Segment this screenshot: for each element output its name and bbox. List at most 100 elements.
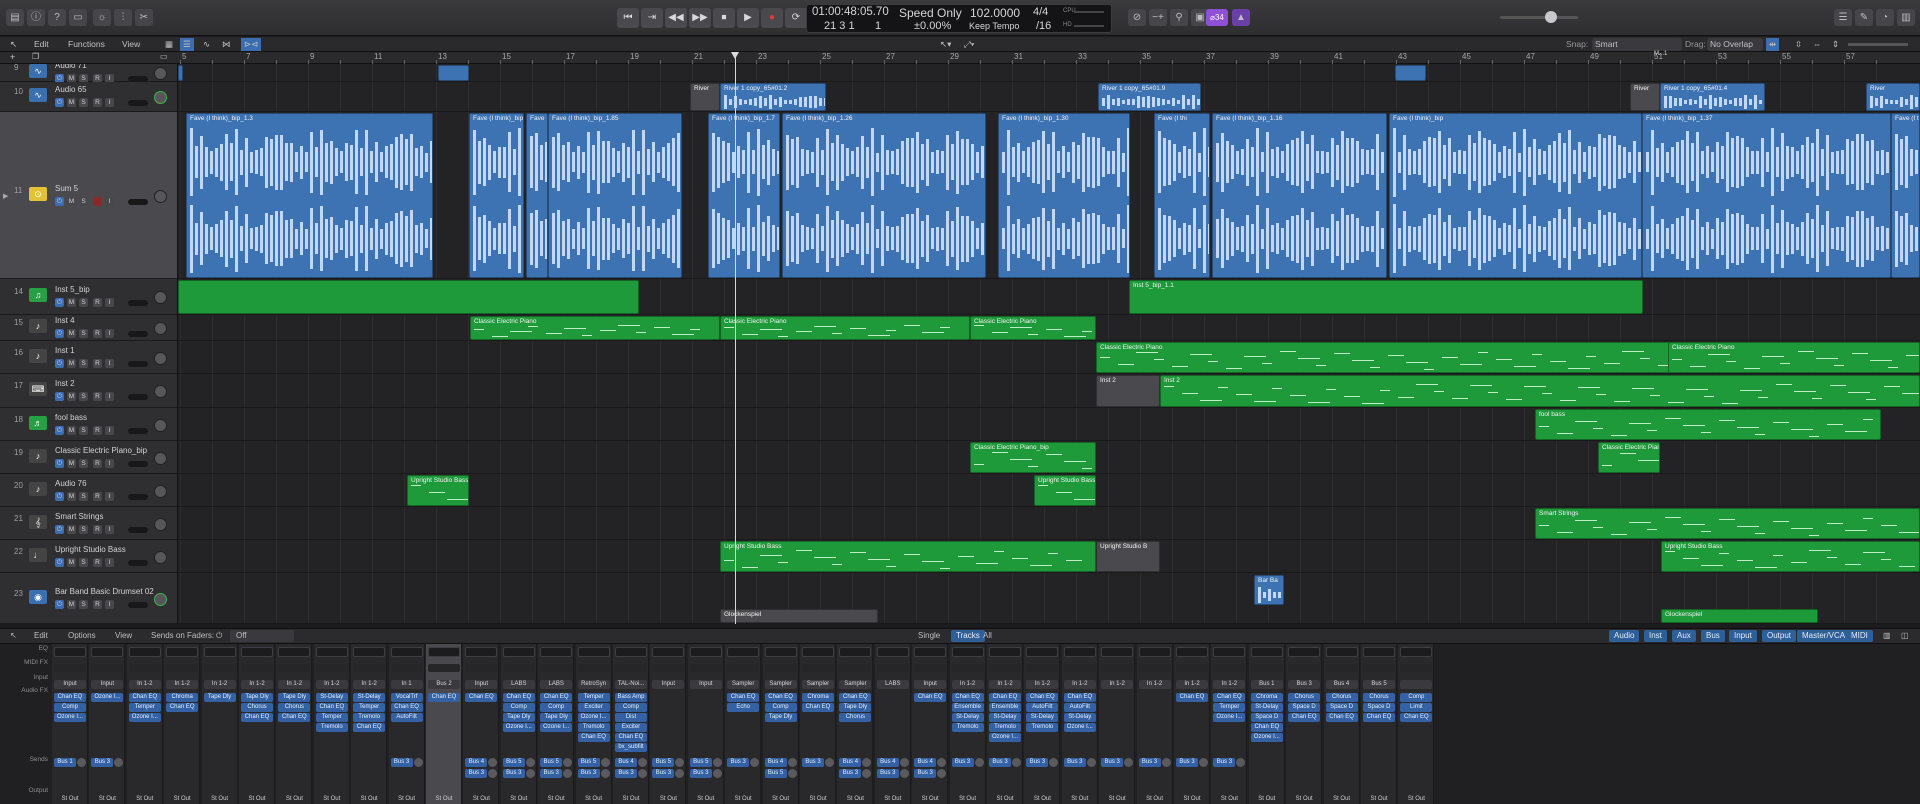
channel-strip[interactable]: LABS Chan EQ Comp Tape Dly Ozone I... Bus 5 Bu…	[500, 644, 537, 804]
midi-fx-slot[interactable]	[764, 664, 797, 672]
zoom-slider[interactable]	[1848, 43, 1908, 46]
send-level-knob[interactable]	[638, 758, 647, 767]
send-slot[interactable]: Bus 4	[764, 758, 787, 767]
input-slot[interactable]: In 1-2	[951, 680, 984, 689]
eq-thumbnail[interactable]	[764, 647, 797, 657]
send-level-knob[interactable]	[787, 758, 797, 767]
solo-button[interactable]: S	[79, 392, 88, 401]
output-slot[interactable]: St Out	[391, 795, 423, 804]
track-volume-slider[interactable]	[128, 300, 148, 306]
send-slot[interactable]: Bus 3	[1138, 758, 1161, 767]
audio-fx-slot[interactable]: Ensemble	[989, 703, 1021, 712]
power-button-icon[interactable]: ⏻	[55, 196, 64, 206]
mixer-filter-tracks[interactable]: Tracks	[951, 630, 985, 642]
track-pan-knob[interactable]	[154, 451, 167, 465]
region[interactable]: Inst 2	[1096, 375, 1160, 407]
audio-fx-slot[interactable]: VocalTrf	[390, 693, 423, 702]
audio-fx-slot[interactable]: Chan EQ	[1363, 713, 1395, 722]
audio-fx-slot[interactable]: Bass Amp	[615, 693, 647, 702]
input-slot[interactable]: In 1-2	[166, 680, 199, 689]
mute-button[interactable]: M	[67, 196, 76, 206]
input-slot[interactable]: In 1-2	[1138, 680, 1171, 689]
send-level-knob[interactable]	[937, 769, 947, 778]
eq-thumbnail[interactable]	[166, 647, 199, 657]
track-volume-slider[interactable]	[128, 460, 148, 467]
track-volume-slider[interactable]	[128, 559, 148, 566]
input-slot[interactable]: In 1-2	[353, 680, 386, 689]
input-slot[interactable]: In 1-2	[128, 680, 161, 689]
region[interactable]: Glockenspiel	[720, 609, 878, 623]
flex-icon[interactable]: ⋈	[222, 38, 231, 51]
input-slot[interactable]: Sampler	[802, 680, 834, 689]
track-pan-knob[interactable]	[154, 67, 167, 80]
output-slot[interactable]: St Out	[241, 795, 273, 804]
region[interactable]: Classic Electric Piano	[470, 316, 720, 340]
mixer-view-menu[interactable]: View	[115, 630, 132, 642]
audio-fx-slot[interactable]: Comp	[502, 703, 535, 712]
mute-button[interactable]: M	[67, 298, 76, 307]
output-slot[interactable]: St Out	[727, 795, 759, 804]
track-volume-slider[interactable]	[128, 198, 148, 205]
audio-fx-slot[interactable]: Chan EQ	[727, 693, 760, 702]
audio-fx-slot[interactable]: Chan EQ	[428, 693, 460, 702]
track-name[interactable]: Inst 5_bip	[55, 285, 90, 294]
track-name[interactable]: Inst 2	[55, 379, 75, 388]
midi-fx-slot[interactable]	[839, 664, 872, 672]
audio-fx-slot[interactable]: Ozone I...	[577, 713, 610, 722]
audio-fx-slot[interactable]: Echo	[727, 703, 760, 712]
region[interactable]: Fave (I think)_bip_1.37	[1642, 113, 1891, 278]
solo-button[interactable]: S	[79, 458, 88, 468]
record-enable-button[interactable]: R	[93, 524, 102, 534]
eq-thumbnail[interactable]	[839, 647, 872, 657]
audio-fx-slot[interactable]: Chan EQ	[278, 713, 311, 722]
midi-fx-slot[interactable]	[802, 664, 834, 672]
track-name[interactable]: Classic Electric Piano_bip	[55, 446, 147, 455]
audio-fx-slot[interactable]: AutoFilt	[1026, 703, 1059, 712]
send-slot[interactable]: Bus 3	[652, 769, 675, 778]
audio-fx-slot[interactable]: Temper	[128, 703, 161, 712]
tuner-icon[interactable]: ⊘	[1128, 9, 1146, 26]
audio-fx-slot[interactable]: Tape Dly	[241, 693, 273, 702]
send-slot[interactable]: Bus 5	[652, 758, 675, 767]
audio-fx-slot[interactable]: St-Delay	[1063, 713, 1096, 722]
audio-fx-slot[interactable]: Ozone I...	[91, 693, 124, 702]
audio-fx-slot[interactable]: Limit	[1400, 703, 1433, 712]
channel-strip[interactable]: In 1-2 Bus 3 St Out	[1099, 644, 1136, 804]
output-slot[interactable]: St Out	[278, 795, 310, 804]
input-slot[interactable]: Input	[652, 680, 685, 689]
track-header[interactable]: 15 ♪ Inst 4 ⏻ M S R I	[0, 315, 177, 341]
mixer-type-input[interactable]: Input	[1729, 630, 1757, 642]
channel-strip[interactable]: In 1-2 Tape Dly St Out	[201, 644, 238, 804]
channel-strip[interactable]: Sampler Chan EQ Echo Bus 3 St Out	[725, 644, 762, 804]
waveform-zoom-icon[interactable]: ⇹	[1766, 38, 1780, 51]
audio-fx-slot[interactable]: Chan EQ	[128, 693, 161, 702]
input-monitor-button[interactable]: I	[105, 491, 114, 501]
output-slot[interactable]: St Out	[1251, 795, 1283, 804]
input-slot[interactable]: In 1-2	[1026, 680, 1059, 689]
channel-strip[interactable]: Input Ozone I... Bus 3 St Out	[89, 644, 126, 804]
send-level-knob[interactable]	[600, 769, 610, 778]
mute-button[interactable]: M	[67, 98, 76, 107]
send-slot[interactable]: Bus 4	[615, 758, 637, 767]
region[interactable]: Fave (I think)_bip_1.85	[548, 113, 682, 278]
mixer-layout-icon[interactable]: ▥	[1883, 630, 1891, 642]
input-slot[interactable]: In 1-2	[241, 680, 273, 689]
region[interactable]: fool bass	[1535, 409, 1881, 440]
audio-fx-slot[interactable]: Tremolo	[989, 723, 1021, 732]
track-pan-knob[interactable]	[154, 351, 167, 365]
audio-fx-slot[interactable]: Tape Dly	[540, 713, 573, 722]
output-slot[interactable]: St Out	[1288, 795, 1320, 804]
power-button-icon[interactable]: ⏻	[55, 358, 64, 368]
send-slot[interactable]: Bus 3	[577, 769, 600, 778]
region[interactable]: Classic Electric Piano	[720, 316, 970, 340]
audio-fx-slot[interactable]: Space D	[1363, 703, 1395, 712]
output-slot[interactable]: St Out	[578, 795, 610, 804]
output-slot[interactable]: St Out	[989, 795, 1021, 804]
send-slot[interactable]: Bus 4	[839, 758, 862, 767]
midi-fx-slot[interactable]	[1138, 664, 1171, 672]
mute-button[interactable]: M	[67, 458, 76, 468]
region[interactable]: Fave (I think)_bip	[469, 113, 524, 278]
send-slot[interactable]: Bus 3	[91, 758, 114, 767]
input-slot[interactable]: Input	[689, 680, 722, 689]
send-level-knob[interactable]	[77, 758, 86, 767]
